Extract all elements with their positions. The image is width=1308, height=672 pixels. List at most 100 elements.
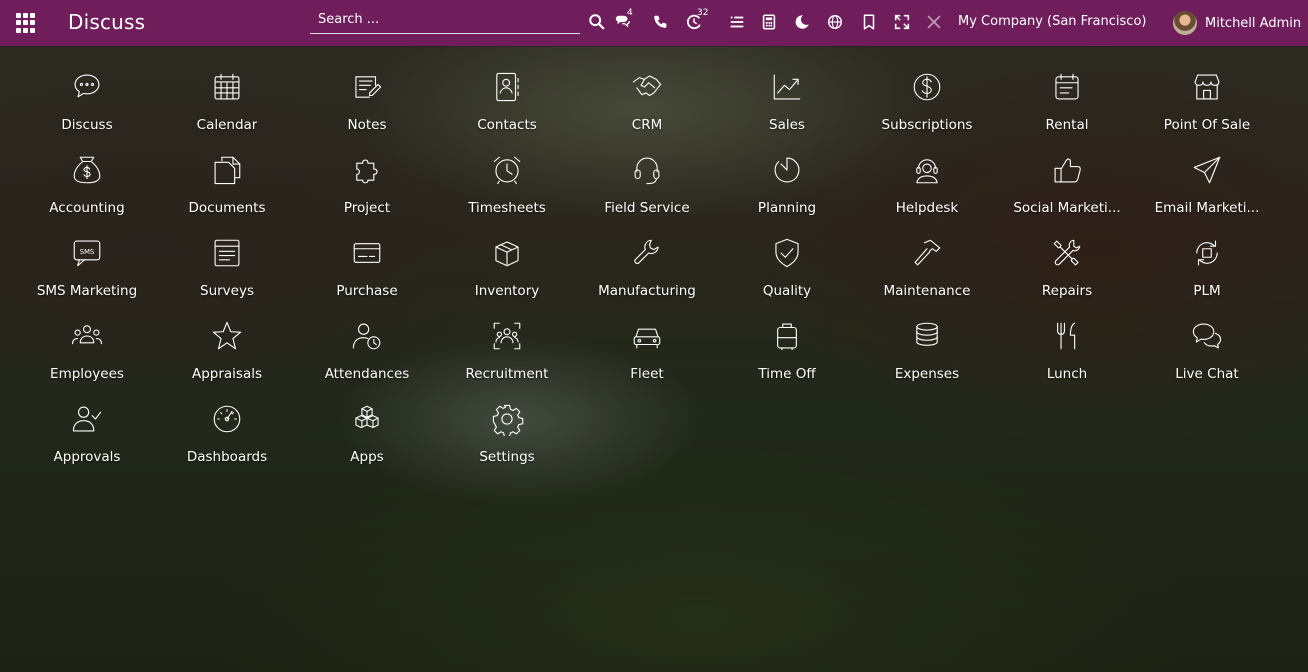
app-tile[interactable]: Subscriptions [857,63,997,146]
app-tile[interactable]: Repairs [997,229,1137,312]
bookmark-icon[interactable] [860,13,880,33]
app-label: SMS Marketing [36,283,138,299]
app-tile[interactable]: Expenses [857,312,997,395]
calendar-icon [207,67,247,107]
app-label: PLM [1193,283,1221,299]
paper-plane-icon [1187,150,1227,190]
app-tile[interactable]: Timesheets [437,146,577,229]
current-app-title: Discuss [68,10,146,34]
app-tile[interactable]: Recruitment [437,312,577,395]
fork-knife-icon [1047,316,1087,356]
app-tile[interactable]: Sales [717,63,857,146]
hammer-icon [907,233,947,273]
app-label: Expenses [894,366,960,382]
user-check-icon [67,399,107,439]
thumbs-up-icon [1047,150,1087,190]
app-tile[interactable]: Inventory [437,229,577,312]
app-label: Manufacturing [598,283,696,299]
app-tile[interactable]: Surveys [157,229,297,312]
cubes-icon [347,399,387,439]
documents-icon [207,150,247,190]
search-icon[interactable] [588,13,608,33]
user-clock-icon [347,316,387,356]
app-tile[interactable]: Quality [717,229,857,312]
app-tile[interactable]: CRM [577,63,717,146]
app-label: Fleet [630,366,664,382]
app-tile[interactable]: Contacts [437,63,577,146]
calculator-icon[interactable] [760,13,780,33]
shield-check-icon [767,233,807,273]
app-tile[interactable]: Manufacturing [577,229,717,312]
puzzle-icon [347,150,387,190]
app-label: Approvals [53,449,121,465]
activities-count-badge: 32 [697,8,709,18]
app-tile[interactable]: Notes [297,63,437,146]
user-menu[interactable]: Mitchell Admin [1173,11,1301,35]
app-tile[interactable]: PLM [1137,229,1277,312]
list-settings-icon[interactable] [728,13,748,33]
app-tile[interactable]: Planning [717,146,857,229]
app-label: Time Off [758,366,816,382]
wrench-icon [627,233,667,273]
app-label: Accounting [49,200,125,216]
app-tile[interactable]: Field Service [577,146,717,229]
messages-icon[interactable]: 4 [614,9,634,33]
app-tile[interactable]: Accounting [17,146,157,229]
app-tile[interactable]: Approvals [17,395,157,478]
recruitment-icon [487,316,527,356]
app-label: Calendar [196,117,258,133]
app-label: Quality [762,283,812,299]
app-tile[interactable]: Helpdesk [857,146,997,229]
fullscreen-expand-icon[interactable] [893,13,913,33]
app-tile[interactable]: Purchase [297,229,437,312]
app-tile[interactable]: Settings [437,395,577,478]
app-label: Subscriptions [881,117,973,133]
notes-icon [347,67,387,107]
trend-chart-icon [767,67,807,107]
app-tile[interactable]: Project [297,146,437,229]
app-tile[interactable]: Discuss [17,63,157,146]
phone-icon[interactable] [652,13,672,33]
app-label: Point Of Sale [1163,117,1251,133]
app-label: Documents [188,200,266,216]
app-tile[interactable]: Time Off [717,312,857,395]
avatar [1173,11,1197,35]
user-name: Mitchell Admin [1205,15,1302,31]
app-tile[interactable]: Social Marketi... [997,146,1137,229]
activities-icon[interactable]: 32 [685,9,708,33]
app-tile[interactable]: SMS SMS Marketing [17,229,157,312]
app-tile[interactable]: Apps [297,395,437,478]
app-tile[interactable]: Email Marketi... [1137,146,1277,229]
app-tile[interactable]: Lunch [997,312,1137,395]
coin-stack-icon [907,316,947,356]
app-tile[interactable]: Dashboards [157,395,297,478]
app-label: Settings [479,449,535,465]
sms-icon: SMS [67,233,107,273]
app-label: Repairs [1041,283,1093,299]
app-label: Appraisals [191,366,263,382]
app-tile[interactable]: Documents [157,146,297,229]
debug-tools-icon[interactable] [925,13,945,33]
app-tile[interactable]: Point Of Sale [1137,63,1277,146]
store-icon [1187,67,1227,107]
helpdesk-icon [907,150,947,190]
survey-form-icon [207,233,247,273]
app-label: Timesheets [468,200,546,216]
app-tile[interactable]: Employees [17,312,157,395]
app-label: Helpdesk [895,200,959,216]
app-tile[interactable]: Live Chat [1137,312,1277,395]
dark-mode-moon-icon[interactable] [793,13,813,33]
app-tile[interactable]: Appraisals [157,312,297,395]
money-bag-icon [67,150,107,190]
app-tile[interactable]: Attendances [297,312,437,395]
company-switcher[interactable]: My Company (San Francisco) [958,14,1146,29]
app-menu-grid-icon[interactable] [16,13,36,33]
app-tile[interactable]: Fleet [577,312,717,395]
app-label: Purchase [336,283,398,299]
app-label: Inventory [474,283,540,299]
search-input[interactable] [310,8,586,31]
website-globe-icon[interactable] [826,13,846,33]
app-tile[interactable]: Calendar [157,63,297,146]
app-tile[interactable]: Maintenance [857,229,997,312]
app-tile[interactable]: Rental [997,63,1137,146]
